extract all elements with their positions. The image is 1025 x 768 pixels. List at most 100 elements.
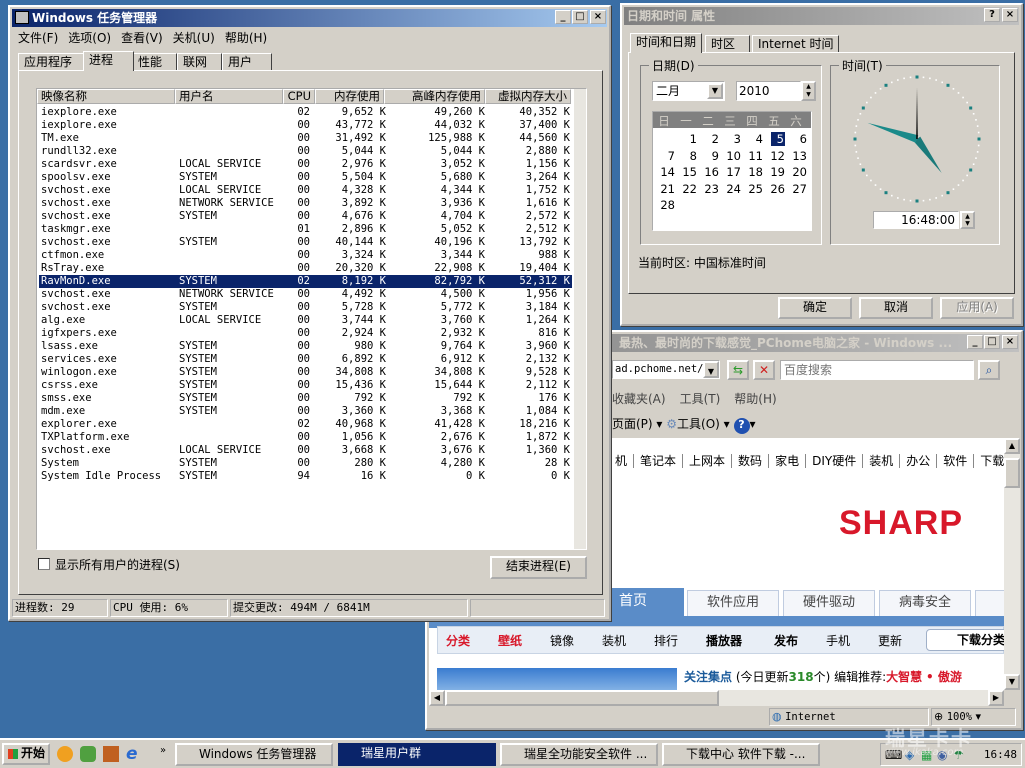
table-row[interactable]: svchost.exe NETWORK SERVICE 00 4,492 K 4,500… bbox=[39, 288, 572, 301]
tab-4[interactable]: 桌 bbox=[975, 590, 1004, 616]
calendar-day[interactable]: 26 bbox=[763, 182, 785, 196]
sharp-banner[interactable]: SHARP bbox=[839, 504, 963, 543]
table-row[interactable]: spoolsv.exe SYSTEM 00 5,504 K 5,680 K 3,264 K bbox=[39, 171, 572, 184]
taskmgr-title-bar[interactable]: Windows 任务管理器 bbox=[12, 9, 607, 27]
clock[interactable]: 16:48 bbox=[984, 748, 1017, 761]
nav-link[interactable]: 办公 bbox=[900, 454, 938, 468]
table-row[interactable]: explorer.exe 02 40,968 K 41,428 K 18,216 K bbox=[39, 418, 572, 431]
calendar-day[interactable]: 6 bbox=[785, 132, 807, 146]
focus-image[interactable] bbox=[437, 668, 677, 690]
calendar-day[interactable]: 22 bbox=[675, 182, 697, 196]
quicklaunch-icon[interactable] bbox=[80, 746, 96, 762]
tools-menu[interactable]: 工具(O) bbox=[677, 417, 720, 431]
table-row[interactable]: iexplore.exe 00 43,772 K 44,032 K 37,400 K bbox=[39, 119, 572, 132]
subnav-link[interactable]: 手机 bbox=[826, 632, 850, 649]
refresh-button[interactable]: ⇆ bbox=[727, 360, 749, 380]
calendar-day[interactable]: 1 bbox=[675, 132, 697, 146]
show-all-label[interactable]: 显示所有用户的进程(S) bbox=[55, 556, 180, 573]
table-row[interactable]: services.exe SYSTEM 00 6,892 K 6,912 K 2,132 … bbox=[39, 353, 572, 366]
umbrella-icon[interactable]: ☂ bbox=[953, 748, 964, 762]
table-row[interactable]: svchost.exe LOCAL SERVICE 00 3,668 K 3,676 K… bbox=[39, 444, 572, 457]
table-row[interactable]: RsTray.exe 00 20,320 K 22,908 K 19,404 K bbox=[39, 262, 572, 275]
tab-time-date[interactable]: 时间和日期 bbox=[630, 33, 703, 53]
calendar-day[interactable]: 2 bbox=[697, 132, 719, 146]
help-icon[interactable]: ? bbox=[733, 418, 750, 434]
calendar-day[interactable]: 23 bbox=[697, 182, 719, 196]
table-row[interactable]: TM.exe 00 31,492 K 125,988 K 44,560 K bbox=[39, 132, 572, 145]
network-icon[interactable]: ◈ bbox=[905, 748, 914, 762]
search-button[interactable]: ⌕ bbox=[978, 360, 1000, 380]
table-row[interactable]: taskmgr.exe 01 2,896 K 5,052 K 2,512 K bbox=[39, 223, 572, 236]
column-header[interactable]: 用户名 bbox=[175, 89, 283, 104]
calendar-day[interactable]: 4 bbox=[741, 132, 763, 146]
help-button[interactable]: ? bbox=[984, 8, 1000, 22]
column-header[interactable]: 映像名称 bbox=[37, 89, 175, 104]
table-row[interactable]: svchost.exe SYSTEM 00 4,676 K 4,704 K 2,572 K bbox=[39, 210, 572, 223]
tab-2[interactable]: 硬件驱动 bbox=[783, 590, 875, 616]
column-header[interactable]: CPU bbox=[283, 89, 315, 104]
show-all-checkbox[interactable] bbox=[38, 558, 50, 570]
minimize-button[interactable]: _ bbox=[967, 335, 983, 349]
table-row[interactable]: ctfmon.exe 00 3,324 K 3,344 K 988 K bbox=[39, 249, 572, 262]
month-select[interactable]: 二月 ▼ bbox=[652, 81, 725, 101]
calendar-day[interactable]: 8 bbox=[675, 149, 697, 163]
menu-help[interactable]: 帮助(H) bbox=[734, 392, 776, 406]
calendar-day[interactable]: 7 bbox=[653, 149, 675, 163]
table-row[interactable]: svchost.exe SYSTEM 00 40,144 K 40,196 K 13,79… bbox=[39, 236, 572, 249]
calendar-day[interactable]: 19 bbox=[763, 165, 785, 179]
vertical-scrollbar[interactable]: ▲ ▼ bbox=[1004, 438, 1020, 690]
subnav-link[interactable]: 发布 bbox=[774, 632, 798, 649]
calendar-day[interactable]: 15 bbox=[675, 165, 697, 179]
calendar-day[interactable]: 3 bbox=[719, 132, 741, 146]
close-button[interactable]: × bbox=[1002, 335, 1018, 349]
quicklaunch-icon[interactable] bbox=[103, 746, 119, 762]
calendar-day[interactable]: 27 bbox=[785, 182, 807, 196]
table-row[interactable]: svchost.exe SYSTEM 00 5,728 K 5,772 K 3,184 K bbox=[39, 301, 572, 314]
tab-2[interactable]: 性能 bbox=[132, 53, 177, 71]
nav-link[interactable]: 上网本 bbox=[683, 454, 733, 468]
table-row[interactable]: svchost.exe NETWORK SERVICE 00 3,892 K 3,936… bbox=[39, 197, 572, 210]
table-row[interactable]: TXPlatform.exe 00 1,056 K 2,676 K 1,872 K bbox=[39, 431, 572, 444]
menu-item[interactable]: 选项(O) bbox=[68, 31, 111, 45]
year-spinner[interactable]: ▲ ▼ bbox=[801, 81, 816, 101]
nav-link[interactable]: DIY硬件 bbox=[806, 454, 864, 468]
nav-link[interactable]: 数码 bbox=[732, 454, 770, 468]
calendar-day[interactable]: 25 bbox=[741, 182, 763, 196]
process-list[interactable]: 映像名称 用户名 CPU 内存使用 高峰内存使用 虚拟内存大小 iexplore.exe 0… bbox=[36, 88, 587, 550]
column-header[interactable]: 内存使用 bbox=[315, 89, 384, 104]
time-field[interactable]: 16:48:00 bbox=[873, 211, 959, 229]
end-process-button[interactable]: 结束进程(E) bbox=[490, 556, 587, 579]
apply-button[interactable]: 应用(A) bbox=[940, 297, 1014, 319]
close-button[interactable]: × bbox=[590, 10, 606, 24]
calendar-day[interactable]: 5 bbox=[771, 132, 785, 146]
table-row[interactable]: csrss.exe SYSTEM 00 15,436 K 15,644 K 2,112 K bbox=[39, 379, 572, 392]
table-row[interactable]: alg.exe LOCAL SERVICE 00 3,744 K 3,760 K 1,26… bbox=[39, 314, 572, 327]
subnav-link[interactable]: 排行 bbox=[654, 632, 678, 649]
cancel-button[interactable]: 取消 bbox=[859, 297, 933, 319]
subnav-link[interactable]: 更新 bbox=[878, 632, 902, 649]
calendar-day[interactable]: 11 bbox=[741, 149, 763, 163]
calendar-day[interactable]: 20 bbox=[785, 165, 807, 179]
tab-3[interactable]: 联网 bbox=[177, 53, 222, 71]
time-spinner[interactable]: ▲ ▼ bbox=[960, 211, 975, 229]
tab-1[interactable]: 进程 bbox=[83, 51, 134, 71]
subnav-link[interactable]: 镜像 bbox=[550, 632, 574, 649]
calendar-day[interactable]: 14 bbox=[653, 165, 675, 179]
dialog-title-bar[interactable]: 日期和时间 属性 bbox=[624, 7, 1019, 25]
calendar-day[interactable]: 12 bbox=[763, 149, 785, 163]
tab-3[interactable]: 病毒安全 bbox=[879, 590, 971, 616]
taskbar-button[interactable]: 下载中心 软件下载 -... bbox=[662, 743, 820, 766]
subnav-link[interactable]: 分类 bbox=[446, 632, 470, 649]
stop-button[interactable]: ✕ bbox=[753, 360, 775, 380]
download-category-button[interactable]: 下载分类 bbox=[926, 629, 1004, 651]
menu-favorites[interactable]: 收藏夹(A) bbox=[612, 392, 666, 406]
calendar[interactable]: 日一二三四五六 1 2 3 4 5 6 7 8 9 10 11 12 13 14 15 16 17 18 19 20 21… bbox=[652, 111, 812, 231]
maximize-button[interactable]: □ bbox=[572, 10, 588, 24]
nav-link[interactable]: 笔记本 bbox=[634, 454, 684, 468]
start-button[interactable]: 开始 bbox=[2, 743, 50, 765]
nav-link[interactable]: 下载 bbox=[974, 454, 1004, 468]
taskbar-button[interactable]: 瑞星用户群 bbox=[338, 743, 496, 766]
column-header[interactable]: 高峰内存使用 bbox=[384, 89, 485, 104]
chevron-down-icon[interactable]: ▼ bbox=[707, 83, 723, 99]
nav-link[interactable]: 装机 bbox=[863, 454, 901, 468]
